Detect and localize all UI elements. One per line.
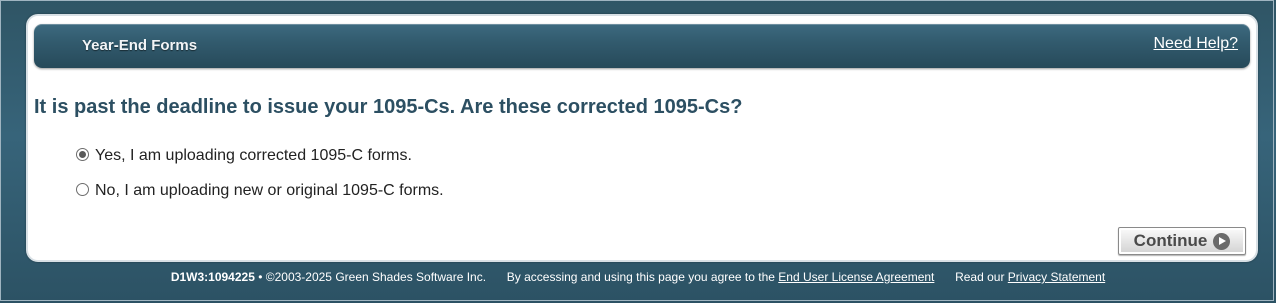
arrow-circle-right-icon xyxy=(1213,232,1231,250)
agreement-text: By accessing and using this page you agr… xyxy=(506,270,775,284)
main-panel: Year-End Forms Need Help? It is past the… xyxy=(26,14,1258,262)
copyright-text: • ©2003-2025 Green Shades Software Inc. xyxy=(258,270,487,284)
radio-no[interactable] xyxy=(76,182,89,196)
radio-yes[interactable] xyxy=(76,147,89,161)
option-no-original[interactable]: No, I am uploading new or original 1095-… xyxy=(76,182,444,200)
page-title: Year-End Forms xyxy=(82,37,198,54)
header-bar: Year-End Forms Need Help? xyxy=(34,24,1250,68)
need-help-link[interactable]: Need Help? xyxy=(1154,35,1239,53)
privacy-link[interactable]: Privacy Statement xyxy=(1008,270,1105,284)
option-yes-corrected[interactable]: Yes, I am uploading corrected 1095-C for… xyxy=(76,147,412,165)
footer: D1W3:1094225 • ©2003-2025 Green Shades S… xyxy=(0,270,1276,284)
option-yes-label: Yes, I am uploading corrected 1095-C for… xyxy=(95,147,412,164)
eula-link[interactable]: End User License Agreement xyxy=(778,270,934,284)
build-id: D1W3:1094225 xyxy=(170,270,255,284)
option-no-label: No, I am uploading new or original 1095-… xyxy=(95,182,444,199)
continue-button[interactable]: Continue xyxy=(1118,227,1246,255)
privacy-text: Read our xyxy=(955,270,1005,284)
continue-label: Continue xyxy=(1133,231,1208,250)
question-heading: It is past the deadline to issue your 10… xyxy=(34,96,743,118)
